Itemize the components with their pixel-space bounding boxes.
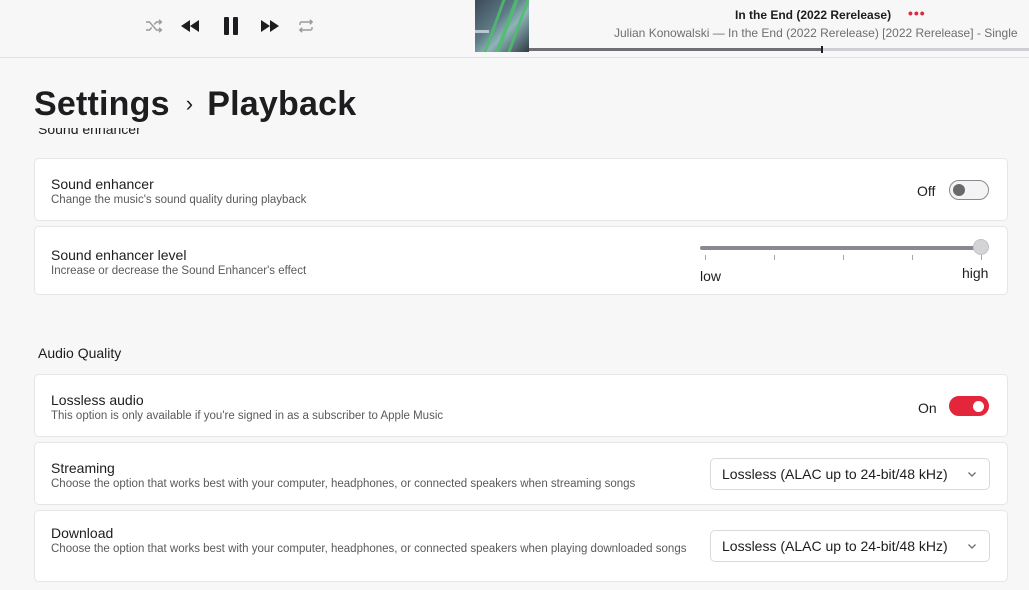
slider-max-label: high (962, 265, 989, 281)
streaming-quality-select[interactable]: Lossless (ALAC up to 24-bit/48 kHz) (710, 458, 990, 490)
chevron-down-icon (968, 544, 976, 549)
lossless-audio-title: Lossless audio (51, 392, 144, 408)
sound-enhancer-description: Change the music's sound quality during … (51, 194, 307, 206)
toggle-knob (953, 184, 965, 196)
section-header-audio-quality: Audio Quality (38, 345, 122, 361)
download-title: Download (51, 525, 114, 541)
breadcrumb-separator: › (185, 91, 194, 116)
slider-tick (912, 255, 913, 260)
sound-enhancer-level-title: Sound enhancer level (51, 247, 187, 263)
download-quality-row: Download Choose the option that works be… (34, 510, 1008, 582)
section-header-sound-enhancer: Sound enhancer (38, 128, 141, 137)
shuffle-icon[interactable] (144, 16, 164, 36)
sound-enhancer-row: Sound enhancer Change the music's sound … (34, 158, 1008, 221)
lossless-audio-row: Lossless audio This option is only avail… (34, 374, 1008, 437)
sound-enhancer-toggle[interactable] (949, 180, 989, 200)
pause-icon[interactable] (220, 14, 242, 38)
rewind-icon[interactable] (178, 16, 202, 36)
download-description: Choose the option that works best with y… (51, 543, 687, 555)
fast-forward-icon[interactable] (258, 16, 282, 36)
streaming-quality-value: Lossless (ALAC up to 24-bit/48 kHz) (722, 466, 948, 482)
streaming-description: Choose the option that works best with y… (51, 478, 636, 490)
slider-tick (774, 255, 775, 260)
progress-fill (529, 48, 822, 51)
slider-tick (843, 255, 844, 260)
chevron-down-icon (968, 472, 976, 477)
breadcrumb-settings[interactable]: Settings (34, 85, 170, 124)
track-subtitle[interactable]: Julian Konowalski — In the End (2022 Rer… (614, 26, 1018, 40)
lossless-audio-state: On (918, 400, 937, 416)
lossless-audio-description: This option is only available if you're … (51, 410, 444, 422)
track-title[interactable]: In the End (2022 Rerelease) (735, 8, 891, 22)
slider-tick (981, 255, 982, 260)
sound-enhancer-state: Off (917, 183, 936, 199)
sound-enhancer-level-row: Sound enhancer level Increase or decreas… (34, 226, 1008, 295)
breadcrumb: Settings › Playback (34, 84, 356, 124)
slider-thumb[interactable] (973, 239, 989, 255)
sound-enhancer-level-description: Increase or decrease the Sound Enhancer'… (51, 265, 307, 277)
slider-min-label: low (700, 268, 722, 284)
player-bar: In the End (2022 Rerelease) ••• Julian K… (0, 0, 1029, 58)
sound-enhancer-title: Sound enhancer (51, 176, 154, 192)
streaming-title: Streaming (51, 460, 115, 476)
download-quality-select[interactable]: Lossless (ALAC up to 24-bit/48 kHz) (710, 530, 990, 562)
album-artwork[interactable] (475, 0, 529, 52)
download-quality-value: Lossless (ALAC up to 24-bit/48 kHz) (722, 538, 948, 554)
more-options-icon[interactable]: ••• (908, 6, 925, 20)
slider-tick (705, 255, 706, 260)
toggle-knob (973, 401, 984, 412)
lossless-audio-toggle[interactable] (949, 396, 989, 416)
progress-playhead[interactable] (821, 46, 823, 53)
playback-progress-bar[interactable] (529, 46, 1029, 53)
page-title: Playback (207, 84, 357, 123)
repeat-icon[interactable] (296, 16, 316, 36)
streaming-quality-row: Streaming Choose the option that works b… (34, 442, 1008, 505)
sound-enhancer-level-slider[interactable] (700, 246, 986, 250)
